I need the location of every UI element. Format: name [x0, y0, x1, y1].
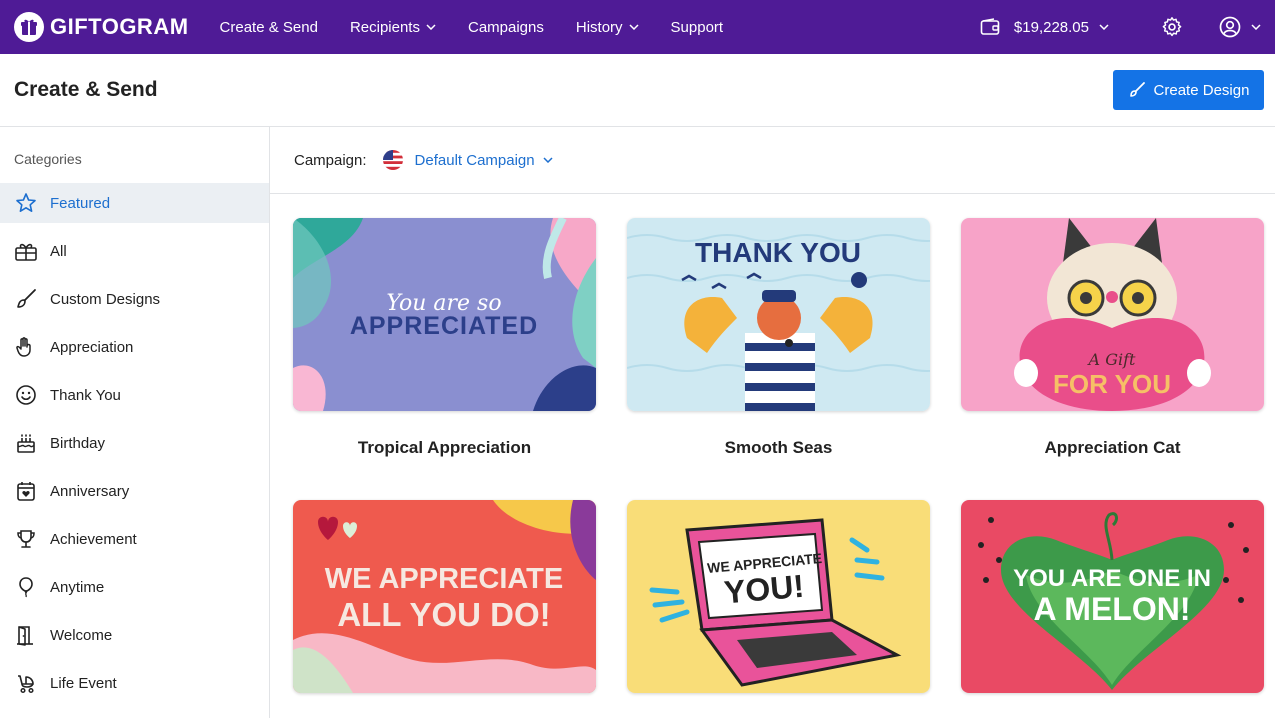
category-label: Achievement: [50, 530, 137, 548]
card-art-text: APPRECIATED: [350, 312, 538, 340]
nav-support-label: Support: [670, 18, 724, 36]
create-design-button[interactable]: Create Design: [1113, 70, 1264, 110]
page-title: Create & Send: [14, 78, 158, 101]
design-thumbnail[interactable]: A Gift FOR YOU: [961, 218, 1264, 411]
design-thumbnail[interactable]: THANK YOU: [627, 218, 930, 411]
chevron-down-icon: [426, 24, 436, 30]
category-thank-you[interactable]: Thank You: [0, 375, 269, 415]
chevron-down-icon: [629, 24, 639, 30]
card-title: Smooth Seas: [724, 438, 833, 457]
category-label: Featured: [50, 194, 111, 212]
category-featured[interactable]: Featured: [0, 183, 269, 223]
nav-right: $19,228.05: [980, 0, 1275, 54]
card-art-text: YOU ARE ONE IN: [1013, 565, 1211, 592]
card-art-text: ALL YOU DO!: [337, 596, 550, 633]
category-label: Life Event: [50, 674, 117, 692]
chevron-down-icon: [1251, 24, 1261, 30]
user-menu[interactable]: [1219, 16, 1261, 38]
nav-create-send-label: Create & Send: [219, 18, 318, 36]
design-card[interactable]: WE APPRECIATE YOU!: [627, 500, 930, 693]
smiley-icon: [14, 383, 38, 407]
card-art-text: A MELON!: [1033, 591, 1190, 627]
chevron-down-icon: [543, 157, 553, 163]
gift-logo-icon: [14, 12, 44, 42]
wallet-icon: [980, 18, 1000, 35]
category-label: All: [50, 242, 67, 260]
category-sidebar: Categories Featured All Custom Designs A…: [0, 127, 270, 718]
page-header: Create & Send Create Design: [0, 54, 1275, 127]
card-art-text: FOR YOU: [1053, 369, 1171, 399]
categories-heading: Categories: [14, 151, 82, 167]
category-birthday[interactable]: Birthday: [0, 423, 269, 463]
nav-campaigns-label: Campaigns: [467, 18, 544, 36]
category-label: Anniversary: [50, 482, 130, 500]
balance-dropdown[interactable]: $19,228.05: [980, 18, 1123, 36]
category-label: Appreciation: [50, 338, 134, 356]
category-appreciation[interactable]: Appreciation: [0, 327, 269, 367]
category-list: Featured All Custom Designs Appreciation…: [0, 183, 269, 711]
category-label: Welcome: [50, 626, 113, 644]
design-card[interactable]: WE APPRECIATE ALL YOU DO!: [293, 500, 596, 693]
campaign-selected: Default Campaign: [414, 151, 535, 169]
category-anytime[interactable]: Anytime: [0, 567, 269, 607]
category-custom-designs[interactable]: Custom Designs: [0, 279, 269, 319]
card-title: Tropical Appreciation: [357, 438, 532, 457]
nav-history[interactable]: History: [576, 19, 639, 36]
gift-box-icon: [14, 239, 38, 263]
nav-create-send[interactable]: Create & Send: [220, 19, 318, 36]
category-label: Thank You: [50, 386, 121, 404]
design-card[interactable]: THANK YOU Smooth Seas: [627, 218, 930, 458]
stroller-icon: [14, 671, 38, 695]
card-art-text: YOU!: [723, 568, 806, 611]
category-label: Anytime: [50, 578, 105, 596]
us-flag-icon: [382, 150, 403, 170]
top-nav: GIFTOGRAM Create & Send Recipients Campa…: [0, 0, 1275, 54]
balance-amount: $19,228.05: [1013, 18, 1089, 36]
category-all[interactable]: All: [0, 231, 269, 271]
campaign-bar: Campaign: Default Campaign: [270, 127, 1275, 194]
design-card[interactable]: A Gift FOR YOU Appreciation Cat: [961, 218, 1264, 458]
gear-icon[interactable]: [1161, 16, 1183, 38]
chevron-down-icon: [1099, 24, 1109, 30]
category-label: Custom Designs: [50, 290, 161, 308]
balloon-icon: [14, 575, 38, 599]
category-achievement[interactable]: Achievement: [0, 519, 269, 559]
card-title: Appreciation Cat: [1044, 438, 1181, 457]
campaign-label: Campaign:: [294, 151, 367, 169]
star-icon: [14, 191, 38, 215]
category-anniversary[interactable]: Anniversary: [0, 471, 269, 511]
main-nav: Create & Send Recipients Campaigns Histo…: [220, 19, 756, 36]
cake-icon: [14, 431, 38, 455]
category-life-event[interactable]: Life Event: [0, 663, 269, 703]
nav-recipients[interactable]: Recipients: [350, 19, 436, 36]
nav-history-label: History: [575, 18, 623, 36]
design-thumbnail[interactable]: WE APPRECIATE ALL YOU DO!: [293, 500, 596, 693]
paintbrush-icon: [14, 287, 38, 311]
user-avatar-icon: [1219, 16, 1241, 38]
hand-icon: [14, 335, 38, 359]
campaign-select[interactable]: Default Campaign: [415, 152, 553, 169]
category-label: Birthday: [50, 434, 106, 452]
card-art-text: WE APPRECIATE: [325, 563, 563, 595]
design-thumbnail[interactable]: You are so APPRECIATED: [293, 218, 596, 411]
design-thumbnail[interactable]: WE APPRECIATE YOU!: [627, 500, 930, 693]
trophy-icon: [14, 527, 38, 551]
brand-logo[interactable]: GIFTOGRAM: [14, 12, 189, 42]
design-thumbnail[interactable]: YOU ARE ONE IN A MELON!: [961, 500, 1264, 693]
category-welcome[interactable]: Welcome: [0, 615, 269, 655]
nav-support[interactable]: Support: [671, 19, 724, 36]
design-card[interactable]: YOU ARE ONE IN A MELON!: [961, 500, 1264, 693]
nav-recipients-label: Recipients: [349, 18, 420, 36]
nav-campaigns[interactable]: Campaigns: [468, 19, 544, 36]
paintbrush-icon: [1129, 82, 1145, 97]
card-art-text: THANK YOU: [695, 237, 861, 268]
card-art-text: A Gift: [1087, 350, 1136, 369]
create-design-label: Create Design: [1153, 81, 1250, 99]
calendar-heart-icon: [14, 479, 38, 503]
design-card[interactable]: You are so APPRECIATED Tropical Apprecia…: [293, 218, 596, 458]
door-icon: [14, 623, 38, 647]
brand-name: GIFTOGRAM: [50, 14, 189, 39]
